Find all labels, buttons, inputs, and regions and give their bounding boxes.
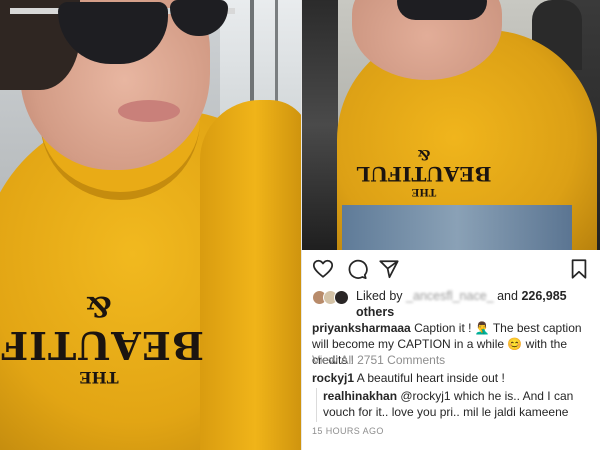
liker-avatars bbox=[312, 290, 352, 306]
comment-item: rockyj1 A beautiful heart inside out ! bbox=[312, 371, 594, 385]
sweater-print-line1: THE bbox=[79, 368, 119, 387]
likes-and: and bbox=[497, 289, 518, 303]
sweater-print-line2: BEAUTIFUL bbox=[356, 162, 492, 186]
sweater-print-line1: THE bbox=[411, 186, 437, 197]
likes-count[interactable]: 226,985 bbox=[521, 289, 566, 303]
sunglasses bbox=[397, 0, 487, 20]
sweater-print: THE BEAUTIFUL & bbox=[0, 290, 204, 387]
share-icon[interactable] bbox=[378, 258, 400, 280]
avatar bbox=[334, 290, 349, 305]
comment-reply: realhinakhan @rockyj1 which he is.. And … bbox=[316, 388, 592, 422]
heart-icon[interactable] bbox=[312, 258, 334, 280]
likes-hidden-user[interactable]: _ancesfl_nace_ bbox=[406, 289, 494, 303]
sweater-print: THE BEAUTIFUL & bbox=[354, 146, 494, 197]
comment-text: A beautiful heart inside out ! bbox=[356, 371, 505, 385]
caption-username[interactable]: priyanksharmaaa bbox=[312, 321, 411, 335]
view-all-comments-link[interactable]: View All 2751 Comments bbox=[312, 353, 445, 367]
lips bbox=[118, 100, 180, 122]
sweater-sleeve bbox=[200, 100, 301, 450]
comment-username[interactable]: rockyj1 bbox=[312, 371, 354, 385]
post-details-panel: Liked by _ancesfl_nace_ and 226,985 othe… bbox=[302, 250, 600, 450]
instagram-post-photo[interactable]: THE BEAUTIFUL & bbox=[302, 0, 600, 250]
background-dark-left bbox=[302, 0, 338, 250]
likes-text: Liked by _ancesfl_nace_ and 226,985 othe… bbox=[356, 288, 592, 320]
sweater-print-line3: & bbox=[86, 290, 112, 323]
likes-prefix: Liked by bbox=[356, 289, 403, 303]
likes-summary[interactable]: Liked by _ancesfl_nace_ and 226,985 othe… bbox=[312, 288, 592, 322]
sweater-print-line3: & bbox=[417, 146, 431, 162]
post-timestamp: 15 HOURS AGO bbox=[312, 426, 384, 436]
likes-others[interactable]: others bbox=[356, 305, 394, 319]
bookmark-icon[interactable] bbox=[568, 258, 590, 280]
comment-icon[interactable] bbox=[346, 258, 368, 280]
main-selfie-photo: THE BEAUTIFUL & bbox=[0, 0, 301, 450]
sweater-print-line2: BEAUTIFUL bbox=[0, 323, 204, 368]
action-bar bbox=[312, 258, 590, 282]
jeans bbox=[342, 205, 572, 250]
reply-username[interactable]: realhinakhan bbox=[323, 389, 397, 403]
reply-mention[interactable]: @rockyj1 bbox=[400, 389, 450, 403]
